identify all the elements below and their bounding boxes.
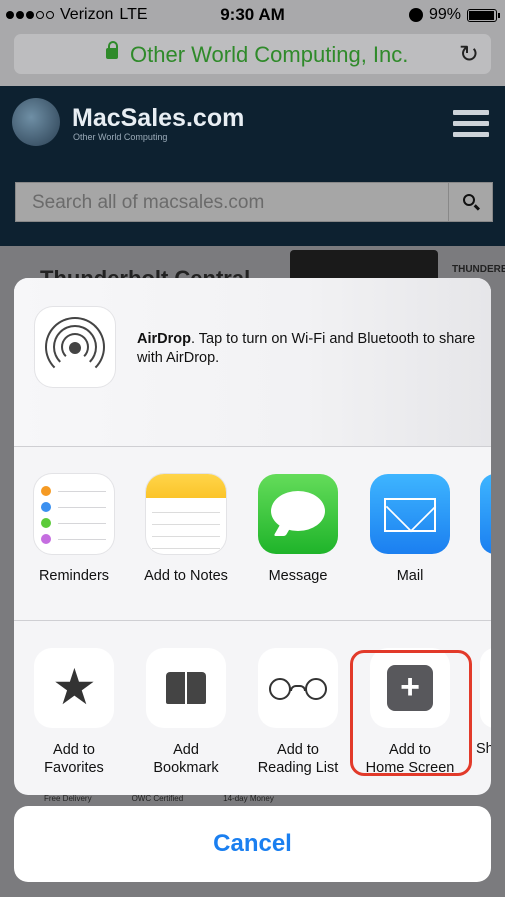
alarm-icon xyxy=(408,8,423,22)
url-title[interactable]: Other World Computing, Inc. xyxy=(130,42,408,68)
notes-icon xyxy=(146,474,226,554)
action-label: Add Bookmark xyxy=(136,741,236,777)
menu-icon[interactable] xyxy=(453,110,489,143)
message-icon xyxy=(258,474,338,554)
action-label-line1: Add to xyxy=(277,742,319,758)
share-sheet: AirDrop. Tap to turn on Wi-Fi and Blueto… xyxy=(14,278,491,795)
action-label-line2: Bookmark xyxy=(153,760,219,776)
share-apps-row: Reminders Add to Notes Message Mail xyxy=(14,474,491,594)
action-label: Add to Favorites xyxy=(24,741,124,777)
bookmark-icon xyxy=(146,648,226,728)
divider xyxy=(14,620,491,621)
site-logo-subtitle: Other World Computing xyxy=(73,132,168,142)
cancel-label: Cancel xyxy=(213,830,292,857)
action-label-line2: Reading List xyxy=(257,760,339,776)
action-add-bookmark[interactable]: Add Bookmark xyxy=(136,648,236,777)
status-right: 99% xyxy=(408,6,500,24)
share-app-label: Message xyxy=(268,568,328,584)
action-label: Add to Reading List xyxy=(248,741,348,777)
share-app-message[interactable]: Message xyxy=(248,474,348,585)
thunderbolt-badge: THUNDERBO xyxy=(452,264,505,275)
address-bar[interactable]: Other World Computing, Inc. ↻ xyxy=(14,34,491,74)
status-bar: Verizon LTE 9:30 AM 99% xyxy=(0,0,505,30)
airdrop-section[interactable]: AirDrop. Tap to turn on Wi-Fi and Blueto… xyxy=(14,278,491,446)
share-app-notes[interactable]: Add to Notes xyxy=(136,474,236,585)
action-add-to-favorites[interactable]: ★ Add to Favorites xyxy=(24,648,124,777)
share-app-mail[interactable]: Mail xyxy=(360,474,460,585)
star-icon: ★ xyxy=(34,648,114,728)
airdrop-title: AirDrop xyxy=(137,331,191,347)
mail-icon xyxy=(370,474,450,554)
battery-percent: 99% xyxy=(428,6,461,23)
share-app-label: Add to Notes xyxy=(144,568,228,584)
more-app-icon[interactable] xyxy=(480,474,491,554)
site-search-input[interactable]: Search all of macsales.com xyxy=(15,182,493,222)
action-add-to-reading-list[interactable]: Add to Reading List xyxy=(248,648,348,777)
globe-logo-icon xyxy=(12,98,60,146)
battery-icon xyxy=(467,8,500,22)
share-app-label: Mail xyxy=(396,568,424,584)
action-label-line1: Add to xyxy=(53,742,95,758)
divider xyxy=(14,446,491,447)
site-search-placeholder: Search all of macsales.com xyxy=(32,192,265,213)
reading-list-icon xyxy=(258,648,338,728)
lock-icon xyxy=(106,41,118,59)
site-header: MacSales.com Other World Computing Searc… xyxy=(0,86,505,246)
site-logo[interactable]: MacSales.com xyxy=(72,104,244,133)
action-label-line1: Add xyxy=(173,742,199,758)
search-icon xyxy=(463,194,475,206)
airdrop-description: AirDrop. Tap to turn on Wi-Fi and Blueto… xyxy=(137,330,477,368)
cancel-button[interactable]: Cancel xyxy=(14,806,491,882)
browser-toolbar: Other World Computing, Inc. ↻ xyxy=(0,30,505,86)
share-app-label: Reminders xyxy=(38,568,110,584)
action-label-line2: Favorites xyxy=(44,760,104,776)
share-app-reminders[interactable]: Reminders xyxy=(24,474,124,585)
site-search-button[interactable] xyxy=(448,183,492,221)
airdrop-icon[interactable] xyxy=(35,307,115,387)
more-action-label: Sh xyxy=(476,741,491,757)
more-action-icon[interactable] xyxy=(480,648,491,728)
reload-icon[interactable]: ↻ xyxy=(459,40,479,69)
reminders-icon xyxy=(34,474,114,554)
highlight-annotation xyxy=(350,650,472,776)
